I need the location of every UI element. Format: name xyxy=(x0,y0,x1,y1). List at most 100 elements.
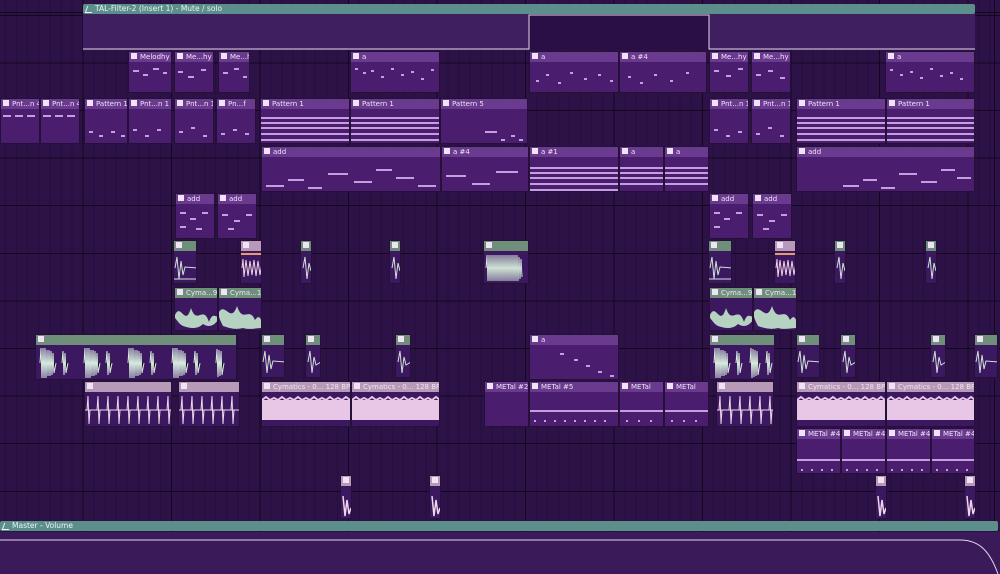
clip-label: METal #4 xyxy=(808,430,840,438)
pattern-clip[interactable]: Me...hy xyxy=(174,51,214,93)
pattern-clip[interactable]: a xyxy=(885,51,975,93)
waveform xyxy=(966,495,975,517)
audio-clip[interactable] xyxy=(429,475,441,519)
audio-clip[interactable]: Cyma...99 xyxy=(709,287,753,331)
pattern-clip[interactable]: a #1 xyxy=(529,146,619,192)
pattern-clip[interactable]: Pnt...n 4 xyxy=(0,98,40,144)
pattern-clip[interactable]: Me...hy xyxy=(709,51,749,93)
pattern-clip[interactable]: Melodhy xyxy=(128,51,172,93)
pattern-clip[interactable]: Pattern 1 xyxy=(84,98,128,144)
audio-clip[interactable] xyxy=(774,240,796,284)
pattern-clip[interactable]: a xyxy=(664,146,709,192)
pattern-clip[interactable]: METal #4 xyxy=(796,428,841,474)
pattern-clip[interactable]: Pnt...n 1 xyxy=(128,98,172,144)
pattern-clip[interactable]: METal #2 xyxy=(484,381,529,427)
pattern-clip[interactable]: a #4 xyxy=(441,146,529,192)
audio-clip[interactable] xyxy=(974,334,998,378)
audio-clip[interactable] xyxy=(35,334,237,380)
audio-clip[interactable] xyxy=(834,240,846,284)
audio-clip[interactable] xyxy=(84,381,172,427)
master-volume-envelope[interactable] xyxy=(0,532,1000,574)
filter-automation-envelope[interactable] xyxy=(83,14,975,50)
pattern-clip[interactable]: a xyxy=(529,334,619,380)
pattern-clip[interactable]: a #4 xyxy=(619,51,707,93)
pattern-icon xyxy=(43,100,49,106)
pattern-clip[interactable]: METal #4 xyxy=(841,428,886,474)
pattern-clip[interactable]: add xyxy=(261,146,441,192)
waveform xyxy=(262,350,284,374)
playlist-grid[interactable]: TAL-Filter-2 (Insert 1) - Mute / solo Me… xyxy=(0,0,1000,574)
audio-clip[interactable] xyxy=(178,381,240,427)
pattern-clip[interactable]: Pnt...n 1 xyxy=(174,98,214,144)
clip-label: Cymatics - 0... 128 BPM xyxy=(898,383,974,391)
filter-automation-header[interactable]: TAL-Filter-2 (Insert 1) - Mute / solo xyxy=(83,4,975,14)
pattern-clip[interactable]: Pattern 1 xyxy=(260,98,350,144)
waveform xyxy=(887,395,974,420)
audio-clip[interactable]: Cymatics - 0... 128 BPM xyxy=(351,381,440,427)
audio-clip[interactable] xyxy=(261,334,285,378)
pattern-clip[interactable]: Pnt...n 4 xyxy=(40,98,80,144)
clip-label: METal #4 xyxy=(853,430,885,438)
audio-clip[interactable] xyxy=(340,475,352,519)
pattern-clip[interactable]: add xyxy=(796,146,975,192)
audio-icon xyxy=(432,477,438,483)
clip-label: add xyxy=(273,148,287,156)
pattern-clip[interactable]: Pattern 1 xyxy=(886,98,975,144)
audio-clip[interactable] xyxy=(925,240,937,284)
audio-clip[interactable]: Cymatics - 0... 128 BPM xyxy=(796,381,886,427)
pattern-clip[interactable]: Me...hy xyxy=(751,51,791,93)
audio-clip[interactable]: Cymatics - 0... 128 BPM xyxy=(261,381,351,427)
pattern-clip[interactable]: METal #5 xyxy=(529,381,619,427)
pattern-clip[interactable]: a xyxy=(529,51,619,93)
audio-clip[interactable] xyxy=(796,334,820,378)
audio-clip[interactable] xyxy=(173,240,197,284)
audio-clip[interactable] xyxy=(240,240,262,284)
pattern-clip[interactable]: METal #4 xyxy=(886,428,931,474)
pattern-clip[interactable]: Pnt...n 1 xyxy=(709,98,749,144)
clip-label: a xyxy=(541,53,546,61)
audio-icon xyxy=(878,477,884,483)
audio-clip[interactable] xyxy=(300,240,312,284)
pattern-clip[interactable]: add xyxy=(175,193,215,239)
filter-automation-clip[interactable]: TAL-Filter-2 (Insert 1) - Mute / solo xyxy=(0,4,1000,14)
pattern-clip[interactable]: a xyxy=(350,51,440,93)
audio-icon xyxy=(38,336,44,342)
audio-clip[interactable]: Cyma...199 xyxy=(753,287,797,331)
pattern-icon xyxy=(264,148,270,154)
audio-clip[interactable] xyxy=(840,334,856,378)
audio-clip[interactable] xyxy=(389,240,401,284)
audio-clip[interactable] xyxy=(964,475,976,519)
audio-clip[interactable]: Cyma...199 xyxy=(218,287,262,331)
clip-label: Melodhy xyxy=(140,53,170,61)
audio-clip[interactable] xyxy=(709,334,775,380)
pattern-clip[interactable]: Pattern 5 xyxy=(440,98,528,144)
master-automation-header[interactable]: Master - Volume xyxy=(0,521,998,531)
waveform xyxy=(352,395,439,420)
audio-clip[interactable] xyxy=(716,381,774,427)
master-automation-clip[interactable]: Master - Volume xyxy=(0,521,1000,531)
pattern-clip[interactable]: add xyxy=(752,193,792,239)
clip-label: Me...hy xyxy=(230,53,249,61)
audio-clip[interactable] xyxy=(930,334,946,378)
pattern-clip[interactable]: add xyxy=(217,193,257,239)
pattern-clip[interactable]: add xyxy=(709,193,749,239)
audio-clip[interactable] xyxy=(708,240,732,284)
audio-clip[interactable] xyxy=(305,334,321,378)
track-lane-metal: METal #4 METal #4 METal #4 METal #4 xyxy=(0,427,1000,475)
pattern-clip[interactable]: Pattern 1 xyxy=(796,98,886,144)
pattern-clip[interactable]: Pattern 1 xyxy=(350,98,440,144)
pattern-clip[interactable]: Pnt...n 1 xyxy=(751,98,791,144)
pattern-clip[interactable]: METal xyxy=(619,381,664,427)
audio-clip[interactable]: Cymatics - 0... 128 BPM xyxy=(886,381,975,427)
pattern-clip[interactable]: a xyxy=(619,146,664,192)
audio-clip[interactable] xyxy=(483,240,529,284)
audio-clip[interactable]: Cyma...99 xyxy=(174,287,218,331)
pattern-clip[interactable]: METal xyxy=(664,381,709,427)
pattern-clip[interactable]: Pn...f xyxy=(216,98,256,144)
pattern-clip[interactable]: Me...hy xyxy=(218,51,250,93)
clip-label: Pattern 1 xyxy=(272,100,304,108)
audio-clip[interactable] xyxy=(395,334,411,378)
audio-icon xyxy=(243,242,249,248)
audio-clip[interactable] xyxy=(875,475,887,519)
pattern-clip[interactable]: METal #4 xyxy=(931,428,975,474)
